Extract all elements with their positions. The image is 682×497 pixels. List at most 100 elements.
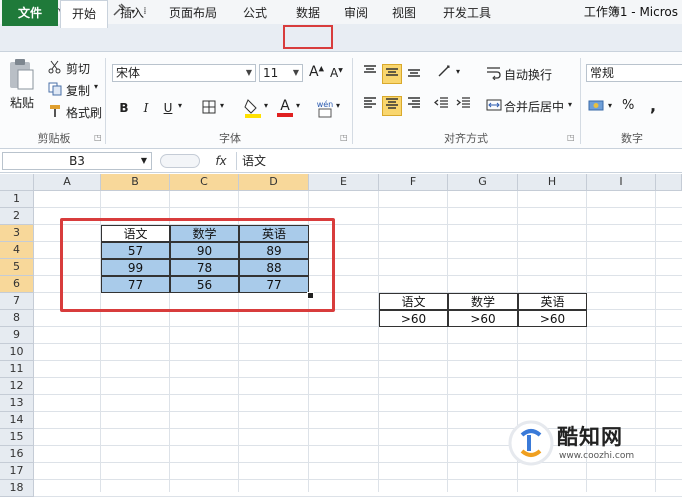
align-center-icon[interactable] bbox=[382, 96, 402, 116]
gridline bbox=[655, 191, 656, 492]
formula-input[interactable]: 语文 bbox=[236, 152, 682, 170]
row-header-6[interactable]: 6 bbox=[0, 276, 34, 293]
column-header-e[interactable]: E bbox=[309, 174, 379, 191]
fill-handle[interactable] bbox=[307, 292, 314, 299]
percent-button[interactable]: % bbox=[622, 98, 634, 113]
gridline bbox=[378, 191, 379, 492]
tab-data-highlight bbox=[283, 25, 333, 49]
row-header-15[interactable]: 15 bbox=[0, 429, 34, 446]
column-header-f[interactable]: F bbox=[379, 174, 448, 191]
format-painter-button[interactable]: 格式刷 bbox=[66, 104, 102, 121]
row-header-10[interactable]: 10 bbox=[0, 344, 34, 361]
row-header-7[interactable]: 7 bbox=[0, 293, 34, 310]
font-launcher-icon[interactable]: ◳ bbox=[340, 133, 348, 142]
underline-dropdown-icon[interactable]: ▾ bbox=[178, 101, 182, 110]
align-right-icon[interactable] bbox=[404, 96, 424, 116]
font-color-icon[interactable]: A bbox=[276, 96, 294, 118]
align-middle-icon[interactable] bbox=[382, 64, 402, 84]
column-header-g[interactable]: G bbox=[448, 174, 518, 191]
tab-page-layout[interactable]: 页面布局 bbox=[160, 0, 226, 26]
select-all-corner[interactable] bbox=[0, 174, 34, 191]
copy-button[interactable]: 复制 bbox=[66, 82, 90, 99]
row-header-2[interactable]: 2 bbox=[0, 208, 34, 225]
align-left-icon[interactable] bbox=[360, 96, 380, 116]
column-header-h[interactable]: H bbox=[518, 174, 587, 191]
tab-home[interactable]: 开始 bbox=[60, 0, 108, 28]
row-header-13[interactable]: 13 bbox=[0, 395, 34, 412]
column-header-d[interactable]: D bbox=[239, 174, 309, 191]
table-cell[interactable]: >60 bbox=[448, 310, 518, 327]
column-header-a[interactable]: A bbox=[34, 174, 101, 191]
tab-review[interactable]: 审阅 bbox=[338, 0, 374, 26]
gridline bbox=[447, 191, 448, 492]
window-title: 工作簿1 - Micros bbox=[583, 5, 678, 19]
bold-button[interactable]: B bbox=[114, 98, 134, 118]
tab-formulas[interactable]: 公式 bbox=[234, 0, 276, 26]
ribbon-tab-row bbox=[0, 24, 682, 52]
row-header-16[interactable]: 16 bbox=[0, 446, 34, 463]
column-header-partial[interactable] bbox=[656, 174, 682, 191]
row-header-9[interactable]: 9 bbox=[0, 327, 34, 344]
increase-indent-icon[interactable] bbox=[454, 96, 474, 116]
column-header-i[interactable]: I bbox=[587, 174, 656, 191]
paste-button[interactable]: 粘贴 bbox=[10, 94, 34, 111]
currency-dropdown-icon[interactable]: ▾ bbox=[608, 101, 612, 110]
clipboard-launcher-icon[interactable]: ◳ bbox=[94, 133, 102, 142]
orientation-dropdown-icon[interactable]: ▾ bbox=[456, 67, 460, 76]
currency-icon[interactable] bbox=[588, 98, 606, 114]
row-header-11[interactable]: 11 bbox=[0, 361, 34, 378]
merge-center-button[interactable]: 合并后居中 bbox=[504, 98, 564, 115]
underline-button[interactable]: U bbox=[158, 98, 178, 118]
row-header-12[interactable]: 12 bbox=[0, 378, 34, 395]
formula-bar-resize-handle[interactable] bbox=[160, 154, 200, 168]
orientation-icon[interactable] bbox=[436, 64, 456, 84]
paste-icon[interactable] bbox=[6, 58, 38, 94]
comma-button[interactable]: , bbox=[650, 96, 656, 115]
row-header-3[interactable]: 3 bbox=[0, 225, 34, 242]
tab-view[interactable]: 视图 bbox=[386, 0, 422, 26]
table-cell[interactable]: 英语 bbox=[518, 293, 587, 310]
table-cell[interactable]: 语文 bbox=[379, 293, 448, 310]
tab-insert[interactable]: 插入 bbox=[112, 0, 152, 26]
clipboard-group-label: 剪贴板 bbox=[37, 132, 71, 145]
font-group-label: 字体 bbox=[219, 132, 241, 145]
font-size-combo[interactable]: 11 ▼ bbox=[259, 64, 303, 82]
alignment-launcher-icon[interactable]: ◳ bbox=[567, 133, 575, 142]
cut-button[interactable]: 剪切 bbox=[66, 60, 90, 77]
fill-color-icon[interactable] bbox=[244, 98, 262, 118]
borders-icon[interactable] bbox=[202, 100, 218, 116]
insert-function-button[interactable]: fx bbox=[210, 152, 232, 170]
number-format-combo[interactable]: 常规 bbox=[586, 64, 682, 82]
row-header-17[interactable]: 17 bbox=[0, 463, 34, 480]
align-top-icon[interactable] bbox=[360, 64, 380, 84]
name-box[interactable]: B3 ▼ bbox=[2, 152, 152, 170]
align-bottom-icon[interactable] bbox=[404, 64, 424, 84]
column-header-c[interactable]: C bbox=[170, 174, 239, 191]
copy-dropdown-icon[interactable]: ▾ bbox=[94, 82, 98, 91]
row-header-8[interactable]: 8 bbox=[0, 310, 34, 327]
tab-developer[interactable]: 开发工具 bbox=[434, 0, 500, 26]
font-name-combo[interactable]: 宋体 ▼ bbox=[112, 64, 256, 82]
table-cell[interactable]: 数学 bbox=[448, 293, 518, 310]
tab-file[interactable]: 文件 bbox=[2, 0, 58, 26]
shrink-font-button[interactable]: A▼ bbox=[330, 66, 343, 80]
row-header-5[interactable]: 5 bbox=[0, 259, 34, 276]
font-color-dropdown-icon[interactable]: ▾ bbox=[296, 101, 300, 110]
italic-button[interactable]: I bbox=[136, 98, 156, 118]
row-header-1[interactable]: 1 bbox=[0, 191, 34, 208]
row-header-14[interactable]: 14 bbox=[0, 412, 34, 429]
phonetic-dropdown-icon[interactable]: ▾ bbox=[336, 101, 340, 110]
phonetic-icon[interactable]: wén bbox=[316, 98, 334, 118]
grow-font-button[interactable]: A▲ bbox=[309, 64, 324, 80]
wrap-text-button[interactable]: 自动换行 bbox=[504, 66, 552, 83]
decrease-indent-icon[interactable] bbox=[432, 96, 452, 116]
table-cell[interactable]: >60 bbox=[379, 310, 448, 327]
fill-color-dropdown-icon[interactable]: ▾ bbox=[264, 101, 268, 110]
borders-dropdown-icon[interactable]: ▾ bbox=[220, 101, 224, 110]
merge-dropdown-icon[interactable]: ▾ bbox=[568, 100, 572, 109]
row-header-4[interactable]: 4 bbox=[0, 242, 34, 259]
column-header-b[interactable]: B bbox=[101, 174, 170, 191]
table-cell[interactable]: >60 bbox=[518, 310, 587, 327]
tab-data[interactable]: 数据 bbox=[284, 0, 332, 26]
row-header-18[interactable]: 18 bbox=[0, 480, 34, 497]
